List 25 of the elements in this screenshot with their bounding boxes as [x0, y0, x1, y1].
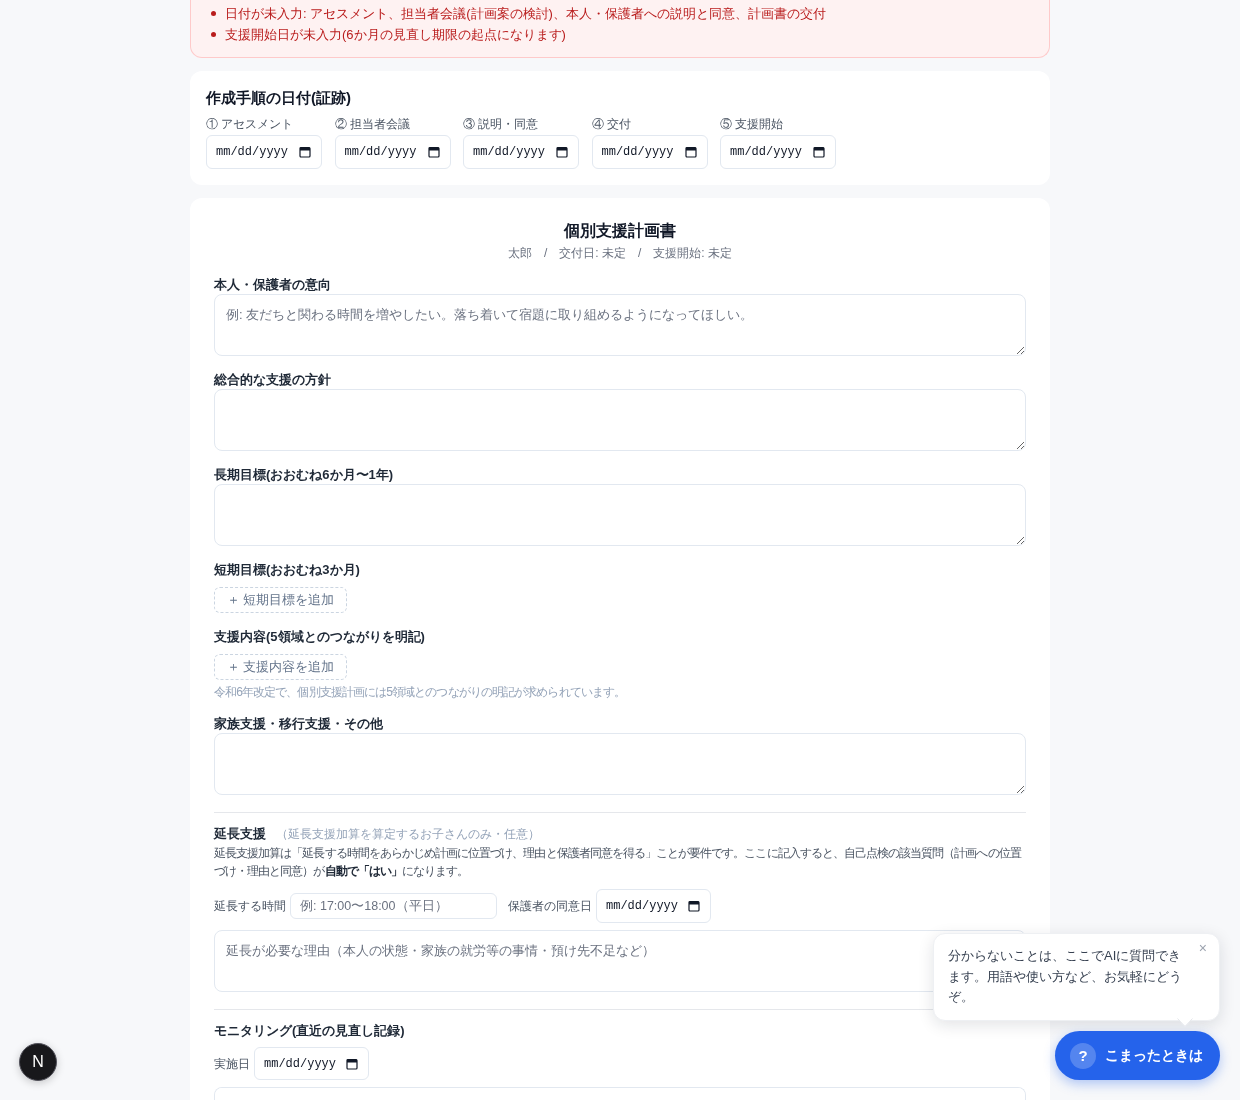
field-label: 短期目標(おおむね3か月): [214, 561, 361, 579]
field-label: ② 担当者会議: [334, 116, 411, 132]
question-icon: ?: [1070, 1042, 1096, 1069]
field-label: 延長する時間: [214, 898, 286, 914]
field-label: 本人・保護者の意向: [214, 276, 332, 294]
field-label: ⑤ 支援開始: [720, 116, 785, 132]
field-label: ① アセスメント: [206, 116, 295, 132]
warning-text: 支援開始日が未入力(6か月の見直し期限の起点になります): [225, 26, 566, 44]
field-label: 実施日: [214, 1055, 250, 1072]
hint-text: 令和6年改定で、個別支援計画には5領域とのつながりの明記が求められています。: [214, 685, 626, 700]
field-label: ④ 交付: [591, 116, 632, 132]
description-text: 延長支援加算は「延長する時間をあらかじめ計画に位置づけ、理由と保護者同意を得る」ことが要件です。ここに記入すると、自己点検の該当質問（計画への位置づけ・理由と同意）が自動で「はい」になります。: [214, 845, 1023, 880]
field-label: 総合的な支援の方針: [214, 371, 332, 389]
field-label: 保護者の同意日: [508, 898, 592, 914]
field-label: 支援内容(5領域とのつながりを明記): [214, 628, 426, 646]
section-title: 延長支援: [214, 825, 266, 843]
field-label: 家族支援・移行支援・その他: [214, 715, 384, 733]
section-note: （延長支援加算を算定するお子さんのみ・任意）: [276, 827, 540, 842]
card-title: 作成手順の日付(証跡): [206, 88, 352, 108]
section-title: モニタリング(直近の見直し記録): [214, 1022, 406, 1040]
field-label: ③ 説明・同意: [463, 116, 540, 132]
warning-text: 日付が未入力: アセスメント、担当者会議(計画案の検討)、本人・保護者への説明と同意、計画書の交付: [225, 5, 826, 23]
plan-meta: 太郎 / 交付日: 未定 / 支援開始: 未定: [507, 245, 733, 262]
plan-title: 個別支援計画書: [562, 221, 677, 241]
field-label: 長期目標(おおむね6か月〜1年): [214, 466, 395, 484]
